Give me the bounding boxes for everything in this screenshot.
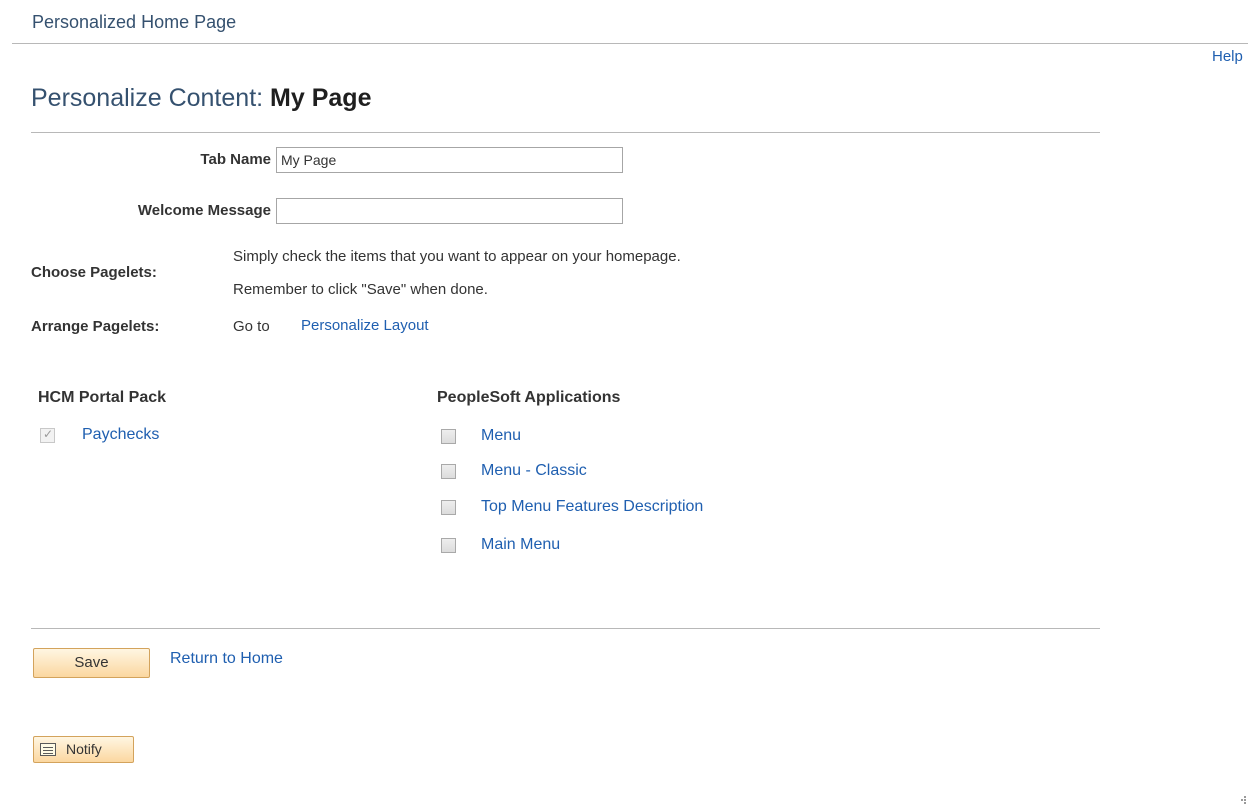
resize-grip-icon[interactable]	[1238, 796, 1246, 804]
menu-link[interactable]: Menu	[481, 427, 521, 445]
arrange-pagelets-label: Arrange Pagelets:	[31, 318, 160, 335]
personalize-layout-link[interactable]: Personalize Layout	[301, 317, 429, 334]
notify-label: Notify	[66, 741, 102, 757]
return-to-home-link[interactable]: Return to Home	[170, 650, 283, 668]
menu-classic-link[interactable]: Menu - Classic	[481, 462, 587, 480]
hcm-portal-pack-heading: HCM Portal Pack	[38, 389, 167, 406]
main-menu-link[interactable]: Main Menu	[481, 536, 560, 554]
footer-divider	[31, 628, 1100, 629]
menu-checkbox[interactable]	[441, 429, 456, 444]
heading-page-name: My Page	[270, 84, 372, 112]
header-divider	[12, 43, 1248, 44]
arrange-goto-text: Go to	[233, 318, 270, 335]
notify-icon	[40, 743, 56, 756]
tab-name-label: Tab Name	[200, 151, 271, 168]
save-button[interactable]: Save	[33, 648, 150, 678]
paychecks-checkbox	[40, 427, 55, 443]
heading-prefix: Personalize Content:	[31, 84, 264, 112]
page-title: Personalized Home Page	[32, 12, 237, 32]
choose-instruction-line2: Remember to click "Save" when done.	[233, 281, 488, 298]
welcome-message-input[interactable]	[276, 198, 623, 224]
paychecks-link[interactable]: Paychecks	[82, 426, 159, 444]
top-menu-features-checkbox[interactable]	[441, 500, 456, 515]
help-link[interactable]: Help	[1212, 48, 1243, 65]
content-heading: Personalize Content: My Page	[31, 84, 371, 113]
choose-pagelets-label: Choose Pagelets:	[31, 264, 157, 281]
choose-instruction-line1: Simply check the items that you want to …	[233, 248, 681, 265]
notify-button[interactable]: Notify	[33, 736, 134, 763]
heading-divider	[31, 132, 1100, 133]
main-menu-checkbox[interactable]	[441, 538, 456, 553]
top-menu-features-link[interactable]: Top Menu Features Description	[481, 498, 703, 516]
tab-name-input[interactable]	[276, 147, 623, 173]
welcome-message-label: Welcome Message	[137, 202, 271, 219]
menu-classic-checkbox[interactable]	[441, 464, 456, 479]
peoplesoft-applications-heading: PeopleSoft Applications	[437, 389, 621, 406]
